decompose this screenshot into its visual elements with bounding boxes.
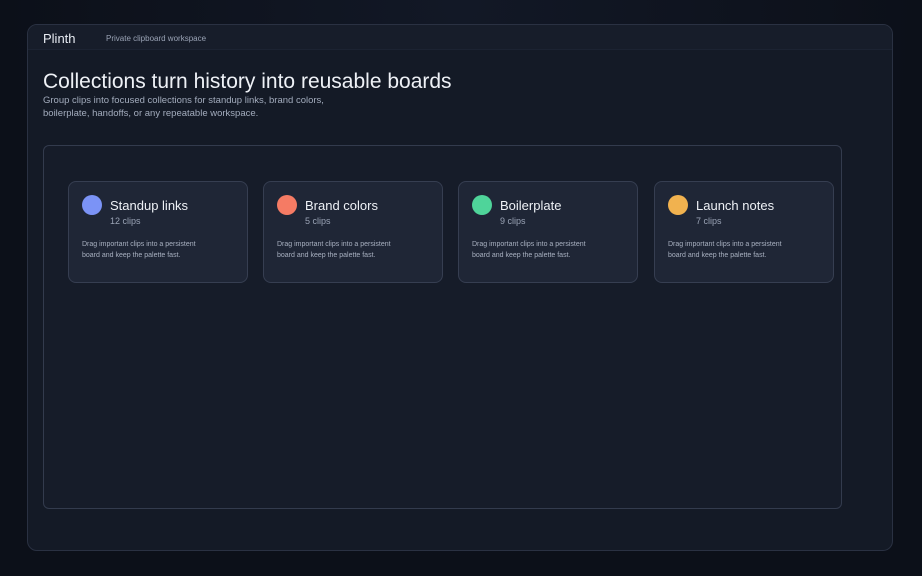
- app-window: Plinth Private clipboard workspace Colle…: [27, 24, 893, 551]
- top-bar: Plinth Private clipboard workspace: [28, 25, 892, 50]
- app-brand: Plinth: [43, 31, 76, 46]
- collection-card-standup-links[interactable]: Standup links 12 clips Drag important cl…: [68, 181, 248, 283]
- collection-color-dot: [277, 195, 297, 215]
- collection-description: Drag important clips into a persistent b…: [277, 241, 391, 259]
- app-tagline: Private clipboard workspace: [106, 34, 207, 43]
- collection-description: Drag important clips into a persistent b…: [472, 241, 586, 259]
- collection-color-dot: [82, 195, 102, 215]
- collection-name: Brand colors: [305, 198, 378, 213]
- collection-description: Drag important clips into a persistent b…: [82, 241, 196, 259]
- page-subtitle: Group clips into focused collections for…: [43, 95, 324, 119]
- page-title: Collections turn history into reusable b…: [43, 70, 452, 93]
- collection-count: 12 clips: [110, 216, 141, 226]
- collection-count: 7 clips: [696, 216, 722, 226]
- collections-board: Standup links 12 clips Drag important cl…: [43, 145, 842, 509]
- collection-name: Launch notes: [696, 198, 775, 213]
- collection-card-brand-colors[interactable]: Brand colors 5 clips Drag important clip…: [263, 181, 443, 283]
- collection-count: 9 clips: [500, 216, 526, 226]
- collection-count: 5 clips: [305, 216, 331, 226]
- collection-name: Boilerplate: [500, 198, 562, 213]
- collection-name: Standup links: [110, 198, 189, 213]
- collection-color-dot: [668, 195, 688, 215]
- collection-card-boilerplate[interactable]: Boilerplate 9 clips Drag important clips…: [458, 181, 638, 283]
- collection-description: Drag important clips into a persistent b…: [668, 241, 782, 259]
- collection-color-dot: [472, 195, 492, 215]
- collection-card-launch-notes[interactable]: Launch notes 7 clips Drag important clip…: [654, 181, 834, 283]
